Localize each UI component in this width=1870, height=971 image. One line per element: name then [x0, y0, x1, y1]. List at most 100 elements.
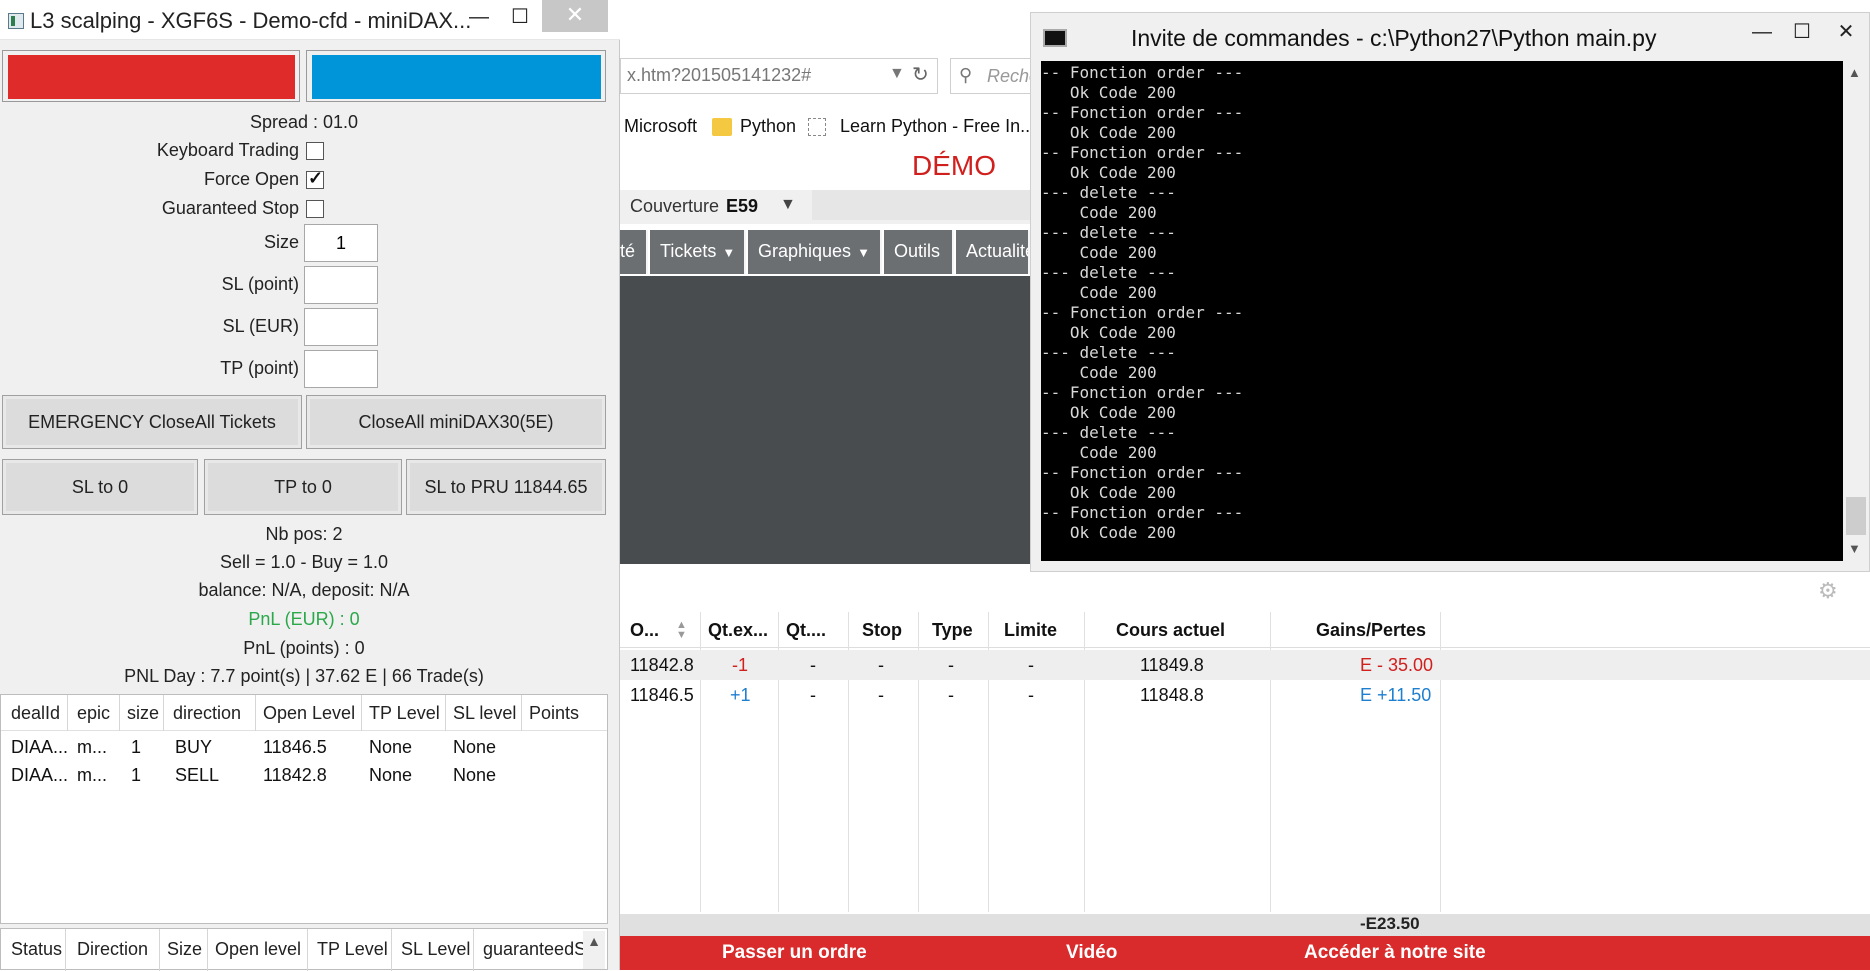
col-status[interactable]: Status — [11, 939, 62, 960]
col-divider — [521, 695, 522, 731]
tp-to-0-button[interactable]: TP to 0 — [204, 459, 402, 515]
col-direction[interactable]: Direction — [77, 939, 148, 960]
col-qt-executed[interactable]: Qt.ex... — [708, 620, 768, 641]
col-direction[interactable]: direction — [173, 703, 241, 724]
guaranteed-stop-label: Guaranteed Stop — [161, 198, 299, 218]
nav-label: Tickets — [660, 241, 717, 261]
col-guaranteed-stop[interactable]: guaranteedS — [483, 939, 583, 960]
guaranteed-stop-checkbox[interactable] — [306, 200, 324, 218]
cell-dealid: DIAA... — [11, 765, 69, 785]
orders-table: Status Direction Size Open level TP Leve… — [0, 928, 608, 971]
col-type[interactable]: Type — [932, 620, 973, 641]
table-row[interactable]: 11842.8 -1 - - - - 11849.8 E - 35.00 — [620, 650, 1870, 680]
col-tp-level[interactable]: TP Level — [369, 703, 440, 724]
cell-direction: SELL — [175, 765, 220, 785]
bookmark-learn-python[interactable]: Learn Python - Free In... — [840, 116, 1035, 137]
close-icon[interactable]: ✕ — [1823, 15, 1869, 51]
col-divider — [119, 695, 120, 731]
cell-type: - — [948, 685, 954, 705]
col-divider — [361, 695, 362, 731]
cell-size: 1 — [131, 765, 142, 785]
place-order-link[interactable]: Passer un ordre — [722, 942, 867, 964]
minimize-icon[interactable]: — — [456, 0, 502, 36]
l3-titlebar: L3 scalping - XGF6S - Demo-cfd - miniDAX… — [0, 0, 620, 40]
col-stop[interactable]: Stop — [862, 620, 902, 641]
scroll-down-icon[interactable]: ▼ — [1848, 541, 1861, 556]
cell-qt: - — [810, 655, 816, 675]
col-open[interactable]: O... — [630, 620, 659, 641]
chevron-down-icon: ▼ — [780, 196, 796, 213]
closeall-minidax-button[interactable]: CloseAll miniDAX30(5E) — [306, 395, 606, 449]
spread-label: Spread : 01.0 — [249, 112, 359, 132]
table-row[interactable]: DIAA... m... 1 SELL 11842.8 None None — [1, 761, 607, 789]
col-open-level[interactable]: Open Level — [263, 703, 355, 724]
keyboard-trading-checkbox[interactable] — [306, 142, 324, 160]
maximize-icon[interactable]: ☐ — [1779, 15, 1825, 51]
scroll-thumb[interactable] — [1846, 497, 1866, 535]
gear-icon[interactable]: ⚙ — [1818, 578, 1838, 604]
couverture-label: Couverture — [630, 196, 720, 216]
table-row[interactable]: 11846.5 +1 - - - - 11848.8 E +11.50 — [620, 680, 1870, 710]
deals-table: dealId epic size direction Open Level TP… — [0, 694, 608, 924]
col-cours-actuel[interactable]: Cours actuel — [1116, 620, 1225, 641]
sl-point-input[interactable] — [304, 266, 378, 304]
force-open-checkbox[interactable] — [306, 168, 324, 189]
tp-point-input[interactable] — [304, 350, 378, 388]
sort-icon[interactable]: ▲ ▼ — [676, 620, 687, 641]
table-row[interactable]: DIAA... m... 1 BUY 11846.5 None None — [1, 733, 607, 761]
buy-button[interactable] — [306, 50, 606, 102]
app-icon — [8, 13, 24, 29]
size-input[interactable]: 1 — [304, 224, 378, 262]
sl-to-pru-button[interactable]: SL to PRU 11844.65 — [406, 459, 606, 515]
col-divider — [391, 929, 392, 971]
console-scrollbar[interactable]: ▲ ▼ — [1843, 61, 1869, 561]
sl-eur-input[interactable] — [304, 308, 378, 346]
cell-dealid: DIAA... — [11, 737, 69, 757]
bookmark-microsoft[interactable]: Microsoft — [624, 116, 697, 137]
col-divider — [307, 929, 308, 971]
scroll-up-icon[interactable]: ▲ — [583, 931, 605, 969]
console-icon — [1043, 29, 1067, 47]
nav-item-outils[interactable]: Outils — [884, 230, 954, 274]
col-size[interactable]: size — [127, 703, 159, 724]
l3-scalping-window: L3 scalping - XGF6S - Demo-cfd - miniDAX… — [0, 0, 620, 971]
col-limite[interactable]: Limite — [1004, 620, 1057, 641]
col-points[interactable]: Points — [529, 703, 579, 724]
cell-cours-actuel: 11848.8 — [1140, 685, 1204, 705]
nav-item-graphiques[interactable]: Graphiques ▼ — [748, 230, 882, 274]
col-sl-level[interactable]: SL level — [453, 703, 516, 724]
maximize-icon[interactable]: ☐ — [497, 0, 543, 36]
bookmark-python[interactable]: Python — [740, 116, 796, 137]
nav-label: Graphiques — [758, 241, 852, 261]
col-size[interactable]: Size — [167, 939, 202, 960]
sell-button[interactable] — [2, 50, 300, 102]
emergency-closeall-button[interactable]: EMERGENCY CloseAll Tickets — [2, 395, 302, 449]
col-divider — [159, 929, 160, 971]
col-tp-level[interactable]: TP Level — [317, 939, 388, 960]
col-divider — [67, 695, 68, 731]
sl-point-label: SL (point) — [221, 274, 299, 294]
col-gains-pertes[interactable]: Gains/Pertes — [1316, 620, 1426, 641]
col-qt[interactable]: Qt.... — [786, 620, 826, 641]
video-link[interactable]: Vidéo — [1066, 942, 1117, 964]
nav-item-truncated[interactable]: té — [620, 230, 648, 274]
search-icon: ⚲ — [959, 65, 973, 85]
nav-item-tickets[interactable]: Tickets ▼ — [650, 230, 746, 274]
chevron-down-icon[interactable]: ▼ — [889, 65, 905, 83]
col-dealid[interactable]: dealId — [11, 703, 60, 724]
nav-item-actualites[interactable]: Actualité — [956, 230, 1030, 274]
sl-to-0-button[interactable]: SL to 0 — [2, 459, 198, 515]
address-bar[interactable]: x.htm?201505141232# ▼ ↻ — [620, 58, 938, 94]
reload-icon[interactable]: ↻ — [912, 62, 929, 87]
sell-buy-label: Sell = 1.0 - Buy = 1.0 — [219, 552, 389, 572]
site-link[interactable]: Accéder à notre site — [1304, 942, 1486, 964]
col-open-level[interactable]: Open level — [215, 939, 301, 960]
console-text: -- Fonction order --- Ok Code 200 -- Fon… — [1041, 63, 1244, 542]
col-epic[interactable]: epic — [77, 703, 110, 724]
scroll-up-icon[interactable]: ▲ — [1848, 65, 1861, 80]
col-divider — [445, 695, 446, 731]
pnl-day-label: PNL Day : 7.7 point(s) | 37.62 E | 66 Tr… — [124, 666, 484, 686]
cell-cours-actuel: 11849.8 — [1140, 655, 1204, 675]
close-icon[interactable]: ✕ — [542, 0, 608, 32]
col-sl-level[interactable]: SL Level — [401, 939, 470, 960]
